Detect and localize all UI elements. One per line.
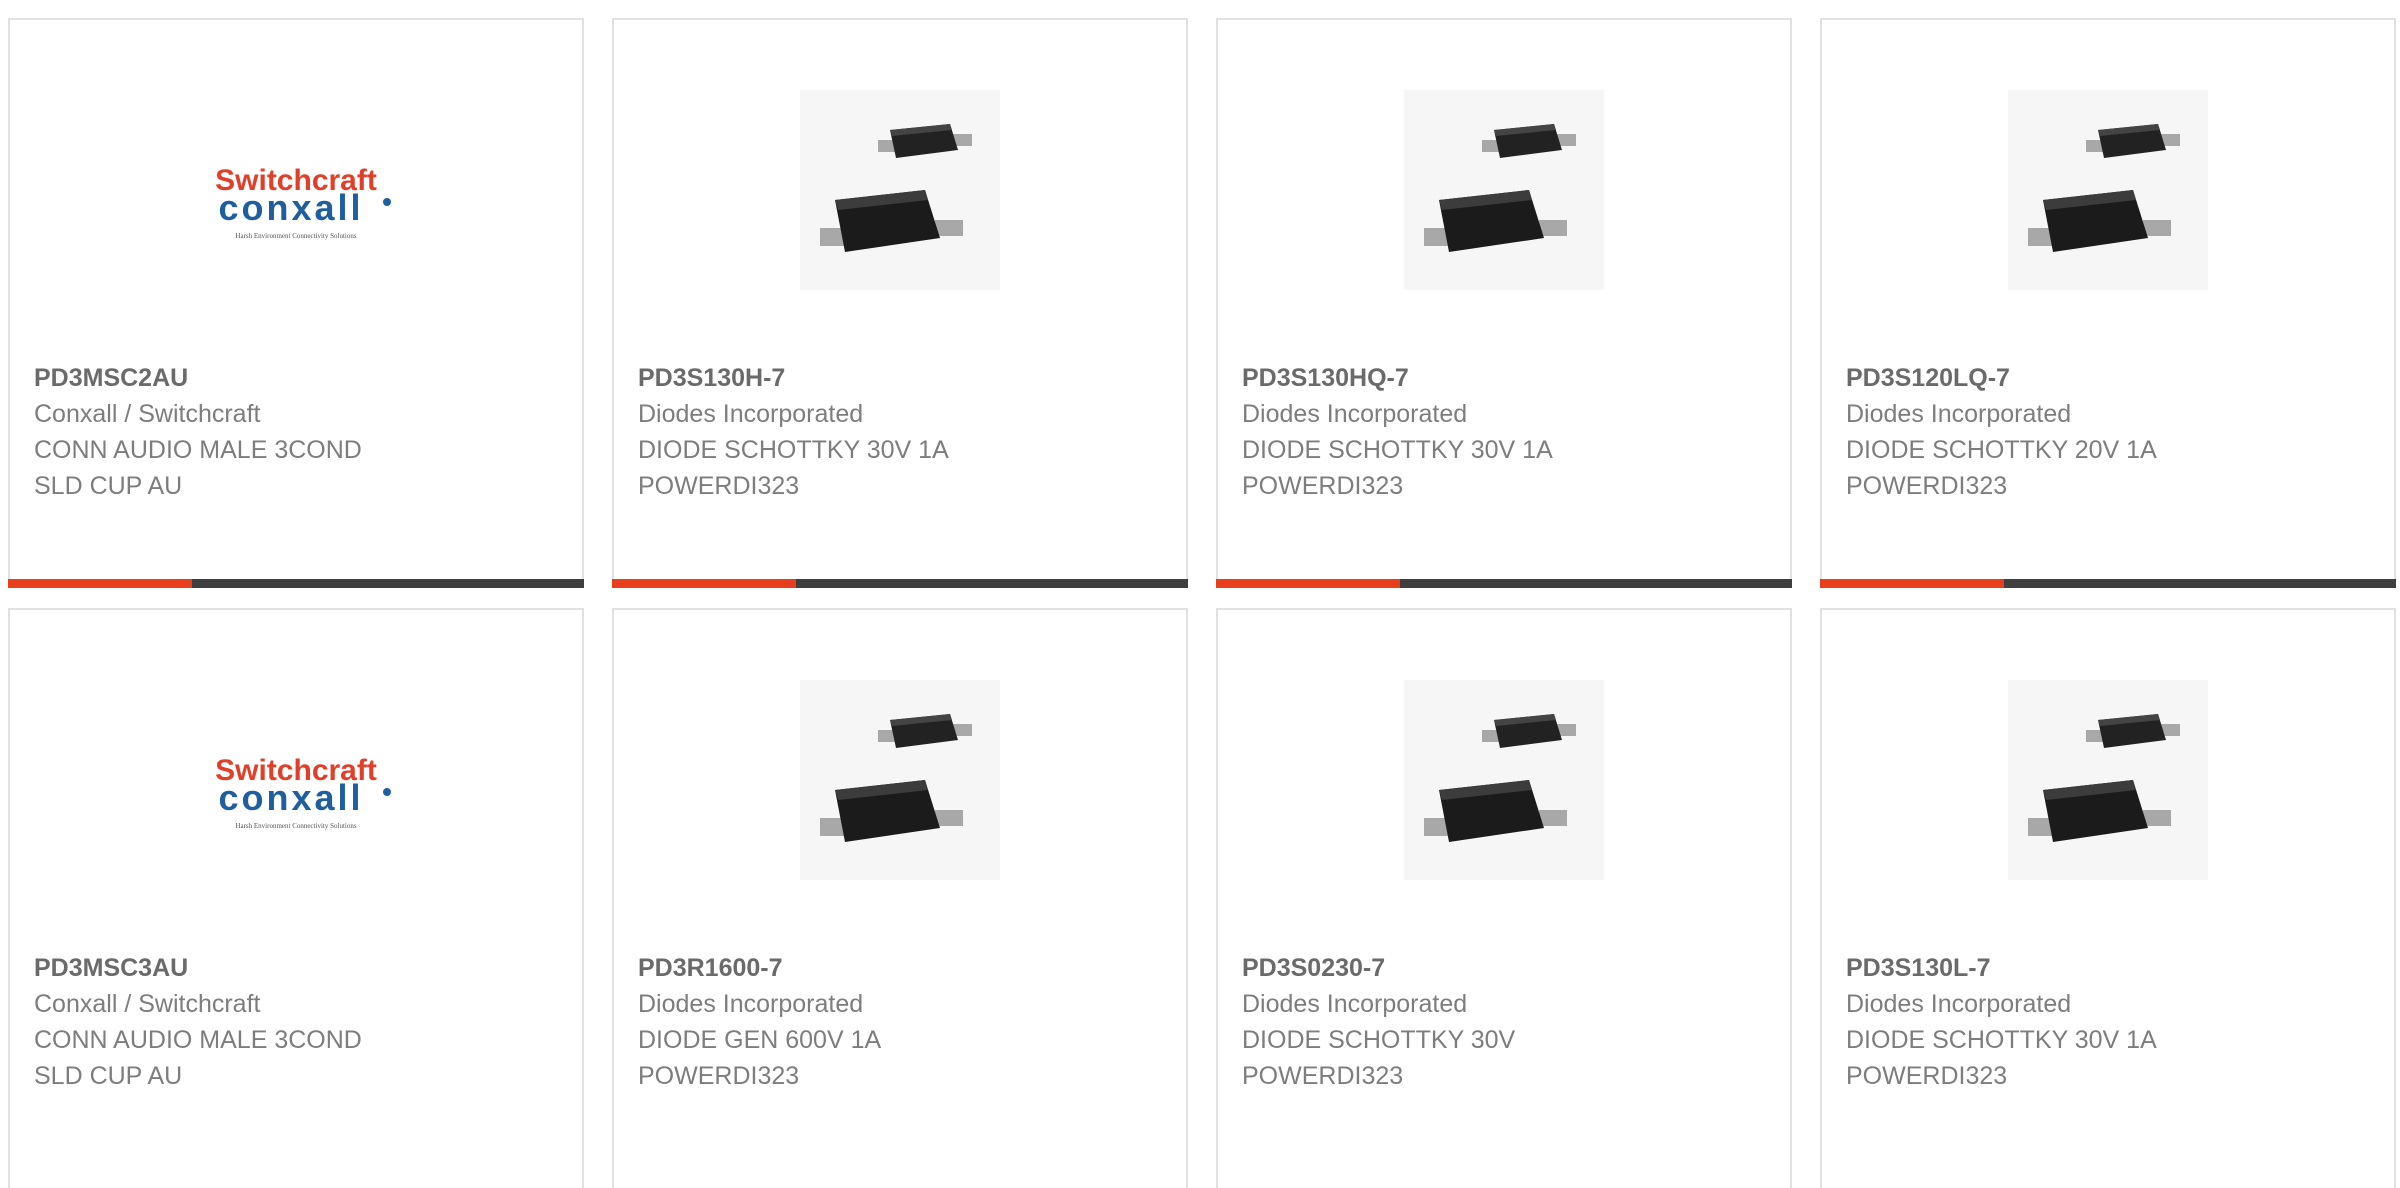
- manufacturer: Diodes Incorporated: [638, 990, 864, 1018]
- manufacturer: Conxall / Switchcraft: [34, 400, 261, 428]
- card-bottom-bar: [8, 579, 584, 588]
- part-number-link[interactable]: PD3S130H-7: [638, 360, 1166, 396]
- card-accent-bar: [1820, 579, 2004, 588]
- description: DIODE SCHOTTKY 30V 1A POWERDI323: [1846, 1026, 2157, 1090]
- card-bottom-bar: [1820, 579, 2396, 588]
- product-image[interactable]: [614, 90, 1186, 290]
- manufacturer: Diodes Incorporated: [1846, 400, 2072, 428]
- product-card[interactable]: Switchcraft conxall Harsh Environment Co…: [8, 608, 584, 1188]
- logo-tagline: Harsh Environment Connectivity Solutions: [235, 232, 356, 240]
- description: DIODE SCHOTTKY 20V 1A POWERDI323: [1846, 436, 2157, 500]
- product-image[interactable]: Switchcraft conxall Harsh Environment Co…: [10, 680, 582, 880]
- part-number-link[interactable]: PD3S120LQ-7: [1846, 360, 2374, 396]
- product-grid: Switchcraft conxall Harsh Environment Co…: [0, 0, 2400, 1188]
- product-card[interactable]: PD3S130HQ-7 Diodes Incorporated DIODE SC…: [1216, 18, 1792, 588]
- description: DIODE SCHOTTKY 30V 1A POWERDI323: [638, 436, 949, 500]
- switchcraft-conxall-logo: Switchcraft conxall Harsh Environment Co…: [215, 164, 391, 240]
- smd-diode-package-icon: [1404, 90, 1604, 290]
- logo-brand-bottom: conxall: [218, 777, 363, 818]
- part-number-link[interactable]: PD3MSC3AU: [34, 950, 562, 986]
- part-number-link[interactable]: PD3S130L-7: [1846, 950, 2374, 986]
- product-image[interactable]: [1822, 90, 2394, 290]
- product-card[interactable]: PD3R1600-7 Diodes Incorporated DIODE GEN…: [612, 608, 1188, 1188]
- manufacturer: Diodes Incorporated: [638, 400, 864, 428]
- card-bottom-bar: [612, 579, 1188, 588]
- product-card[interactable]: Switchcraft conxall Harsh Environment Co…: [8, 18, 584, 588]
- product-card[interactable]: PD3S130H-7 Diodes Incorporated DIODE SCH…: [612, 18, 1188, 588]
- smd-diode-package-icon: [800, 680, 1000, 880]
- product-image[interactable]: [1218, 90, 1790, 290]
- smd-diode-package-icon: [2008, 680, 2208, 880]
- product-card[interactable]: PD3S0230-7 Diodes Incorporated DIODE SCH…: [1216, 608, 1792, 1188]
- description: DIODE SCHOTTKY 30V 1A POWERDI323: [1242, 436, 1553, 500]
- part-number-link[interactable]: PD3S0230-7: [1242, 950, 1770, 986]
- product-image[interactable]: [1218, 680, 1790, 880]
- description: CONN AUDIO MALE 3COND SLD CUP AU: [34, 436, 362, 500]
- smd-diode-package-icon: [2008, 90, 2208, 290]
- product-card[interactable]: PD3S120LQ-7 Diodes Incorporated DIODE SC…: [1820, 18, 2396, 588]
- logo-tagline: Harsh Environment Connectivity Solutions: [235, 822, 356, 830]
- manufacturer: Conxall / Switchcraft: [34, 990, 261, 1018]
- product-image[interactable]: [614, 680, 1186, 880]
- manufacturer: Diodes Incorporated: [1846, 990, 2072, 1018]
- product-card[interactable]: PD3S130L-7 Diodes Incorporated DIODE SCH…: [1820, 608, 2396, 1188]
- card-accent-bar: [612, 579, 796, 588]
- logo-brand-bottom: conxall: [218, 187, 363, 228]
- description: CONN AUDIO MALE 3COND SLD CUP AU: [34, 1026, 362, 1090]
- smd-diode-package-icon: [800, 90, 1000, 290]
- product-image[interactable]: [1822, 680, 2394, 880]
- card-accent-bar: [8, 579, 192, 588]
- part-number-link[interactable]: PD3S130HQ-7: [1242, 360, 1770, 396]
- card-accent-bar: [1216, 579, 1400, 588]
- product-image[interactable]: Switchcraft conxall Harsh Environment Co…: [10, 90, 582, 290]
- card-bottom-bar: [1216, 579, 1792, 588]
- description: DIODE SCHOTTKY 30V POWERDI323: [1242, 1026, 1516, 1090]
- switchcraft-conxall-logo: Switchcraft conxall Harsh Environment Co…: [215, 754, 391, 830]
- smd-diode-package-icon: [1404, 680, 1604, 880]
- description: DIODE GEN 600V 1A POWERDI323: [638, 1026, 882, 1090]
- part-number-link[interactable]: PD3R1600-7: [638, 950, 1166, 986]
- part-number-link[interactable]: PD3MSC2AU: [34, 360, 562, 396]
- manufacturer: Diodes Incorporated: [1242, 990, 1468, 1018]
- manufacturer: Diodes Incorporated: [1242, 400, 1468, 428]
